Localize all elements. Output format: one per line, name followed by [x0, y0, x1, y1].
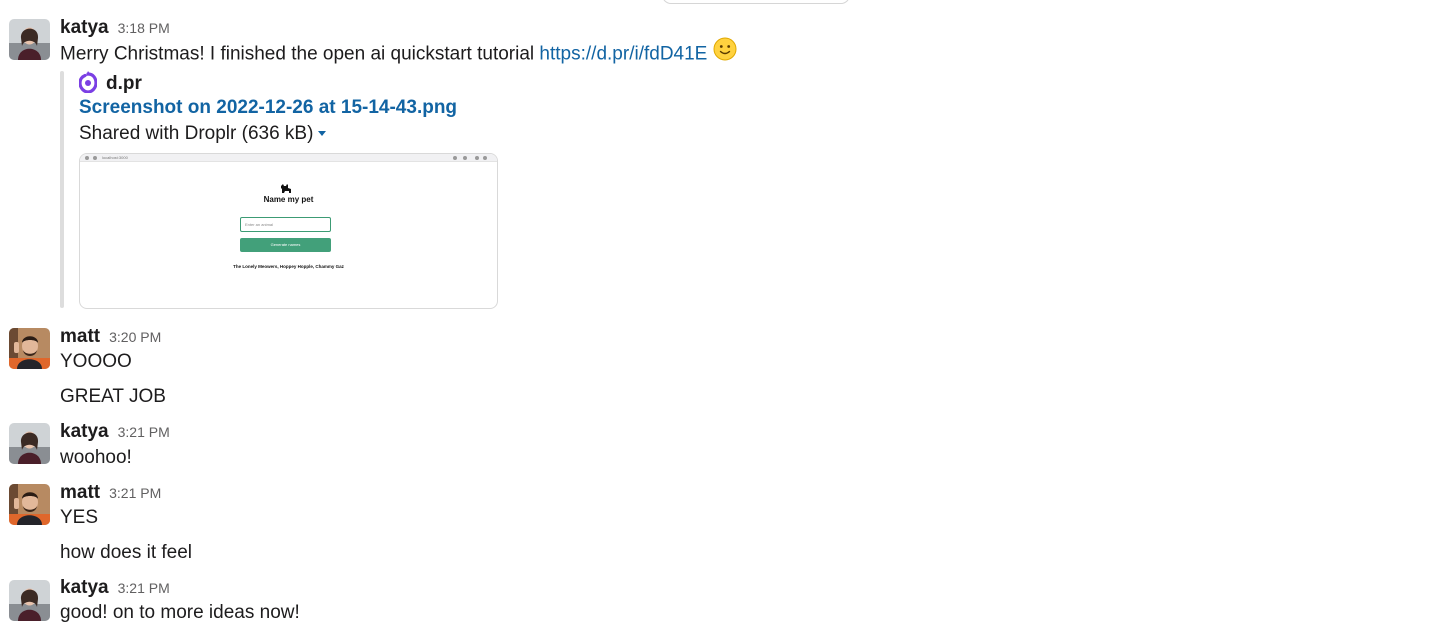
preview-toolbar-icon	[453, 156, 457, 160]
author-name[interactable]: matt	[60, 482, 100, 504]
message-text: YES	[60, 507, 99, 528]
preview-animal-input: Enter an animal	[240, 217, 331, 232]
attachment-preview-image[interactable]: localhost:3000 Name my pet Enter an anim…	[79, 153, 498, 309]
preview-toolbar-icon	[475, 156, 479, 160]
preview-back-icon	[85, 156, 89, 160]
avatar-katya[interactable]	[9, 19, 50, 60]
timestamp[interactable]: 3:21 PM	[118, 580, 170, 596]
message-body: Merry Christmas! I finished the open ai …	[60, 43, 540, 65]
preview-heading: Name my pet	[263, 195, 314, 204]
date-divider-pill[interactable]	[662, 0, 850, 4]
avatar-katya[interactable]	[9, 580, 50, 621]
preview-forward-icon	[93, 156, 97, 160]
author-name[interactable]: matt	[60, 326, 100, 348]
timestamp[interactable]: 3:21 PM	[118, 424, 170, 440]
preview-toolbar-icon	[463, 156, 467, 160]
caret-down-icon[interactable]	[318, 131, 327, 137]
message-link[interactable]: https://d.pr/i/fdD41E	[539, 44, 707, 65]
attachment-shared-text: Shared with Droplr (636 kB)	[79, 123, 314, 144]
preview-toolbar-icon	[483, 156, 487, 160]
avatar-katya[interactable]	[9, 423, 50, 464]
timestamp[interactable]: 3:18 PM	[118, 20, 170, 36]
message-text: good! on to more ideas now!	[60, 602, 300, 623]
author-name[interactable]: katya	[60, 17, 109, 39]
attachment-shared-info: Shared with Droplr (636 kB)	[79, 123, 327, 145]
preview-generate-button: Generate names	[240, 238, 331, 252]
message-text: Merry Christmas! I finished the open ai …	[60, 37, 737, 68]
avatar-matt[interactable]	[9, 484, 50, 525]
preview-url: localhost:3000	[102, 155, 128, 160]
avatar-matt[interactable]	[9, 328, 50, 369]
author-name[interactable]: katya	[60, 421, 109, 443]
attachment-service-name[interactable]: d.pr	[106, 73, 142, 95]
attachment-service: d.pr	[78, 70, 142, 98]
attachment-title-link[interactable]: Screenshot on 2022-12-26 at 15-14-43.png	[79, 97, 457, 119]
message-text: YOOOO	[60, 351, 132, 372]
timestamp[interactable]: 3:21 PM	[109, 485, 161, 501]
timestamp[interactable]: 3:20 PM	[109, 329, 161, 345]
attachment-bar	[60, 71, 64, 308]
message-text: GREAT JOB	[60, 386, 166, 407]
droplr-logo-icon	[78, 70, 98, 98]
preview-browser-toolbar: localhost:3000	[80, 154, 497, 162]
preview-result-text: The Lonely Meowers, Hoppey Hopple, Chamm…	[233, 264, 344, 269]
slightly-smiling-face-icon	[713, 37, 737, 68]
message-text: how does it feel	[60, 542, 193, 563]
author-name[interactable]: katya	[60, 577, 109, 599]
message-text: woohoo!	[60, 447, 132, 468]
